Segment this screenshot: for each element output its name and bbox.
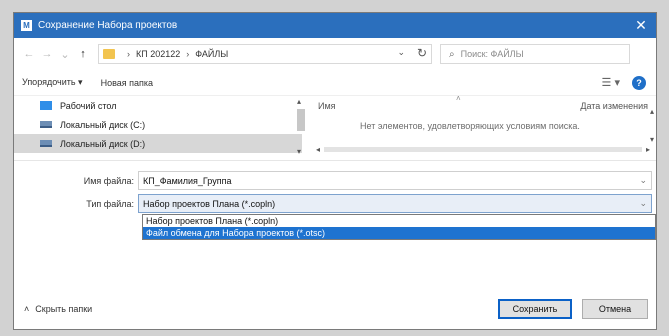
scroll-down-icon[interactable]: ▾ xyxy=(297,147,301,156)
nav-item-label: Локальный диск (C:) xyxy=(60,119,146,130)
browser-panes: Рабочий стол Локальный диск (C:) Локальн… xyxy=(14,94,656,160)
save-form: Имя файла: КП_Фамилия_Группа ⌄ Тип файла… xyxy=(14,160,656,244)
filetype-option-selected[interactable]: Файл обмена для Набора проектов (*.otsc) xyxy=(143,227,655,239)
drive-icon xyxy=(40,121,52,128)
refresh-icon[interactable]: ↻ xyxy=(417,46,427,60)
filetype-select[interactable]: Набор проектов Плана (*.copln) ⌄ xyxy=(138,194,652,213)
column-headers: Имя ˄ Дата изменения xyxy=(310,94,656,115)
hide-folders-button[interactable]: ˄ Скрыть папки xyxy=(24,304,92,314)
history-dropdown-icon[interactable]: ⌄ xyxy=(56,48,74,61)
sort-arrow-icon: ˄ xyxy=(456,94,461,103)
app-icon: М xyxy=(21,20,32,31)
organize-button[interactable]: Упорядочить ▾ xyxy=(22,77,83,88)
scroll-up-icon[interactable]: ▴ xyxy=(297,97,301,106)
address-bar[interactable]: › КП 202122 › ФАЙЛЫ ⌄ ↻ xyxy=(98,44,432,64)
filetype-value: Набор проектов Плана (*.copln) xyxy=(143,198,276,209)
toolbar: Упорядочить ▾ Новая папка ☰ ▾ ? xyxy=(14,70,656,96)
breadcrumb-files[interactable]: ФАЙЛЫ xyxy=(195,49,228,59)
filetype-options-list: Набор проектов Плана (*.copln) Файл обме… xyxy=(142,214,656,240)
folder-icon xyxy=(103,49,115,59)
nav-item-drive-c[interactable]: Локальный диск (C:) xyxy=(14,115,302,134)
scroll-thumb[interactable] xyxy=(297,109,305,131)
up-icon[interactable]: ↑ xyxy=(74,48,92,60)
file-vertical-scrollbar[interactable]: ▴ ▾ xyxy=(650,98,654,154)
search-placeholder: Поиск: ФАЙЛЫ xyxy=(460,49,524,59)
nav-item-label: Локальный диск (D:) xyxy=(60,138,146,149)
save-dialog: М Сохранение Набора проектов ✕ ← → ⌄ ↑ ›… xyxy=(13,12,657,330)
back-icon[interactable]: ← xyxy=(20,48,38,60)
nav-item-label: Рабочий стол xyxy=(60,100,117,111)
chevron-down-icon[interactable]: ⌄ xyxy=(639,175,647,186)
empty-message: Нет элементов, удовлетворяющих условиям … xyxy=(360,121,580,131)
navigation-pane: Рабочий стол Локальный диск (C:) Локальн… xyxy=(14,96,305,160)
view-options-icon[interactable]: ☰ ▾ xyxy=(602,76,620,89)
scroll-left-icon[interactable]: ◂ xyxy=(316,145,320,154)
column-date-header[interactable]: Дата изменения xyxy=(580,101,656,111)
crumb-separator: › xyxy=(127,49,130,59)
scroll-up-icon[interactable]: ▴ xyxy=(650,98,654,126)
breadcrumb-kp[interactable]: КП 202122 xyxy=(136,49,180,59)
file-horizontal-scrollbar[interactable]: ◂ ▸ xyxy=(316,144,650,154)
address-dropdown-icon[interactable]: ⌄ xyxy=(397,47,405,58)
chevron-down-icon[interactable]: ⌄ xyxy=(639,198,647,209)
title-bar: М Сохранение Набора проектов ✕ xyxy=(14,13,656,38)
filetype-option[interactable]: Набор проектов Плана (*.copln) xyxy=(143,215,655,227)
drive-icon xyxy=(40,140,52,147)
scroll-right-icon[interactable]: ▸ xyxy=(646,145,650,154)
filename-label: Имя файла: xyxy=(83,175,134,186)
nav-item-drive-d[interactable]: Локальный диск (D:) xyxy=(14,134,302,153)
crumb-separator: › xyxy=(186,49,190,59)
nav-item-desktop[interactable]: Рабочий стол xyxy=(14,96,302,115)
filename-row: Имя файла: КП_Фамилия_Группа ⌄ xyxy=(14,171,652,190)
file-list: Имя ˄ Дата изменения Нет элементов, удов… xyxy=(310,94,656,160)
hide-folders-label: Скрыть папки xyxy=(35,304,93,314)
filetype-label: Тип файла: xyxy=(86,198,134,209)
desktop-icon xyxy=(40,101,52,110)
nav-scrollbar[interactable]: ▴ ▾ xyxy=(295,96,307,160)
dialog-footer: ˄ Скрыть папки Сохранить Отмена xyxy=(14,289,656,329)
filetype-row: Тип файла: Набор проектов Плана (*.copln… xyxy=(14,194,652,213)
navigation-bar: ← → ⌄ ↑ › КП 202122 › ФАЙЛЫ ⌄ ↻ ⌕ Поиск:… xyxy=(14,38,656,70)
scroll-track[interactable] xyxy=(324,146,642,152)
search-input[interactable]: ⌕ Поиск: ФАЙЛЫ xyxy=(440,44,630,64)
chevron-up-icon: ˄ xyxy=(24,304,30,314)
save-button[interactable]: Сохранить xyxy=(498,299,572,319)
scroll-down-icon[interactable]: ▾ xyxy=(650,126,654,154)
new-folder-button[interactable]: Новая папка xyxy=(101,78,153,88)
filename-value: КП_Фамилия_Группа xyxy=(143,175,232,186)
column-name-header[interactable]: Имя xyxy=(318,101,580,111)
filename-field[interactable]: КП_Фамилия_Группа ⌄ xyxy=(138,171,652,190)
window-title: Сохранение Набора проектов xyxy=(38,20,178,31)
cancel-button[interactable]: Отмена xyxy=(582,299,648,319)
forward-icon[interactable]: → xyxy=(38,48,56,60)
help-icon[interactable]: ? xyxy=(632,75,646,90)
search-icon: ⌕ xyxy=(449,48,455,60)
close-icon[interactable]: ✕ xyxy=(626,17,656,34)
